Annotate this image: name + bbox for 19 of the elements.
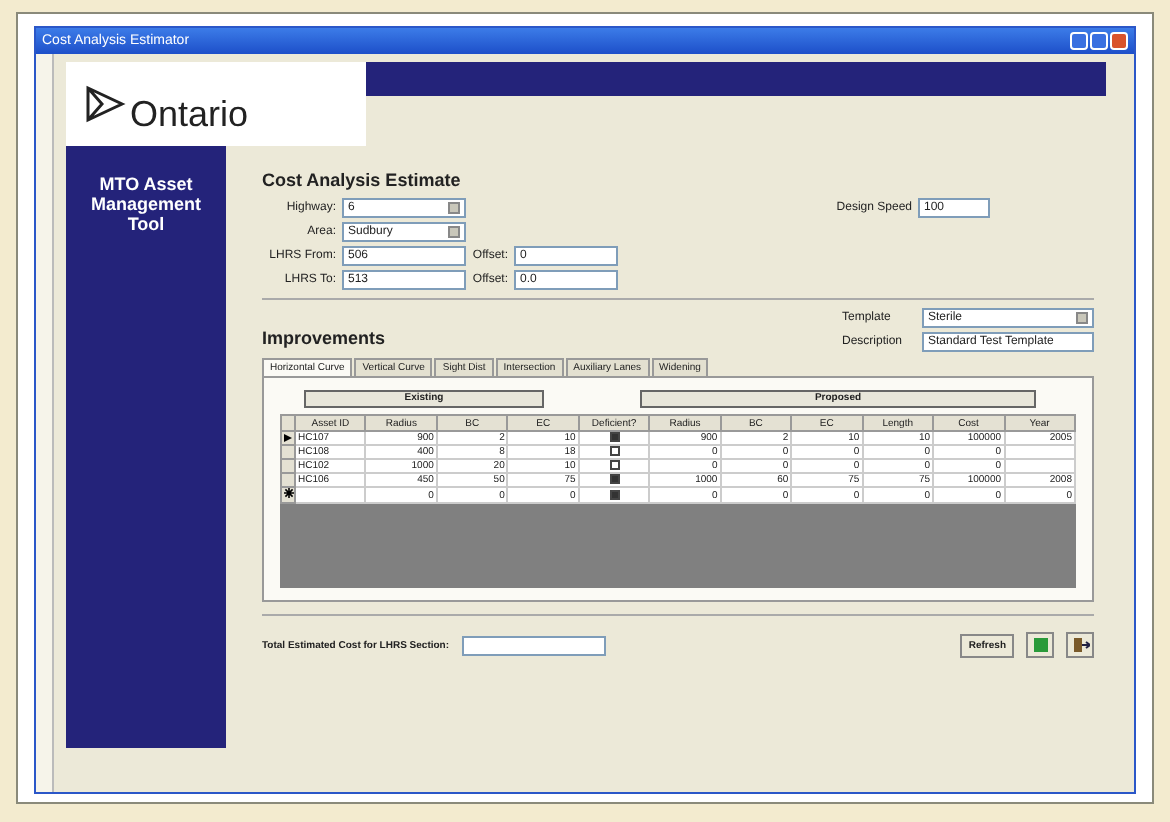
save-button[interactable] (1026, 632, 1054, 658)
checkbox[interactable] (609, 432, 620, 443)
square-icon (1033, 638, 1047, 652)
door-icon (1071, 636, 1089, 654)
checkbox[interactable] (609, 489, 620, 500)
trillium-icon (82, 84, 126, 124)
new-row-icon (284, 488, 294, 498)
checkbox[interactable] (609, 446, 620, 457)
total-cost-field[interactable] (461, 635, 606, 655)
exit-button[interactable] (1066, 632, 1094, 658)
checkbox[interactable] (609, 474, 620, 485)
close-button[interactable] (1110, 32, 1128, 50)
checkbox[interactable] (609, 460, 620, 471)
maximize-button[interactable] (1090, 32, 1108, 50)
form-title: Cost Analysis Estimate (262, 170, 463, 190)
minimize-button[interactable] (1070, 32, 1088, 50)
sidebar-title: MTO Asset Management Tool (66, 146, 226, 748)
logo-text: Ontario (130, 93, 249, 135)
section-title: Improvements (262, 328, 386, 348)
